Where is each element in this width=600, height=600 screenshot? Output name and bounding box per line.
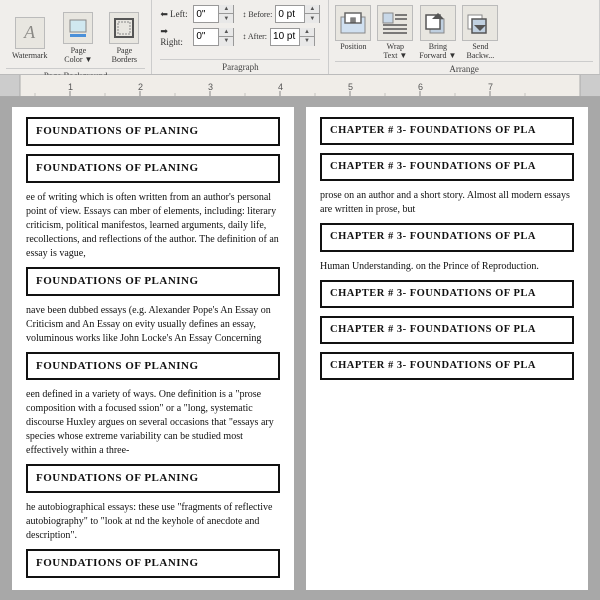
heading-4: FOUNDATIONS OF PLANING xyxy=(26,352,280,381)
r-body-2: prose on an author and a short story. Al… xyxy=(320,189,574,217)
r-heading-1: CHAPTER # 3- FOUNDATIONS OF PLA xyxy=(320,117,574,145)
r-heading-3: CHAPTER # 3- FOUNDATIONS OF PLA xyxy=(320,223,574,251)
r-heading-4: CHAPTER # 3- FOUNDATIONS OF PLA xyxy=(320,280,574,308)
after-spacing-down[interactable]: ▼ xyxy=(300,37,314,46)
after-spacing-input[interactable] xyxy=(271,31,299,42)
left-indent-input[interactable] xyxy=(194,9,218,20)
r-body-3: Human Understanding. on the Prince of Re… xyxy=(320,260,574,274)
wrap-text-label: WrapText ▼ xyxy=(383,43,407,61)
svg-text:6: 6 xyxy=(418,82,423,92)
svg-text:4: 4 xyxy=(278,82,283,92)
svg-text:2: 2 xyxy=(138,82,143,92)
body-3: nave been dubbed essays (e.g. Alexander … xyxy=(26,304,280,346)
position-button[interactable]: ▦ Position xyxy=(335,5,371,61)
r-section-1: CHAPTER # 3- FOUNDATIONS OF PLA xyxy=(320,117,574,145)
r-section-5: CHAPTER # 3- FOUNDATIONS OF PLA xyxy=(320,316,574,344)
section-6: FOUNDATIONS OF PLANING xyxy=(26,549,280,578)
svg-text:5: 5 xyxy=(348,82,353,92)
heading-2: FOUNDATIONS OF PLANING xyxy=(26,154,280,183)
position-label: Position xyxy=(340,43,366,52)
body-5: he autobiographical essays: these use "f… xyxy=(26,501,280,543)
wrap-text-button[interactable]: WrapText ▼ xyxy=(377,5,413,61)
left-page: FOUNDATIONS OF PLANING FOUNDATIONS OF PL… xyxy=(12,107,294,590)
body-2: ee of writing which is often written fro… xyxy=(26,191,280,261)
r-section-3: CHAPTER # 3- FOUNDATIONS OF PLA Human Un… xyxy=(320,223,574,273)
r-heading-6: CHAPTER # 3- FOUNDATIONS OF PLA xyxy=(320,352,574,380)
heading-1: FOUNDATIONS OF PLANING xyxy=(26,117,280,146)
left-indent-up[interactable]: ▲ xyxy=(219,5,233,14)
right-page: CHAPTER # 3- FOUNDATIONS OF PLA CHAPTER … xyxy=(306,107,588,590)
before-spacing-up[interactable]: ▲ xyxy=(305,5,319,14)
svg-text:1: 1 xyxy=(68,82,73,92)
r-section-2: CHAPTER # 3- FOUNDATIONS OF PLA prose on… xyxy=(320,153,574,217)
after-spacing-up[interactable]: ▲ xyxy=(300,28,314,37)
send-backward-label: SendBackw... xyxy=(467,43,495,61)
svg-text:3: 3 xyxy=(208,82,213,92)
toolbar: A Watermark Page Color ▼ xyxy=(0,0,600,75)
heading-3: FOUNDATIONS OF PLANING xyxy=(26,267,280,296)
section-4: FOUNDATIONS OF PLANING een defined in a … xyxy=(26,352,280,459)
svg-text:7: 7 xyxy=(488,82,493,92)
arrange-icons: ▦ Position WrapText ▼ xyxy=(335,5,498,61)
before-spacing-input[interactable] xyxy=(276,9,304,20)
r-heading-5: CHAPTER # 3- FOUNDATIONS OF PLA xyxy=(320,316,574,344)
bring-forward-button[interactable]: BringForward ▼ xyxy=(419,5,456,61)
heading-5: FOUNDATIONS OF PLANING xyxy=(26,464,280,493)
page-color-button[interactable]: Page Color ▼ xyxy=(57,8,99,68)
heading-6: FOUNDATIONS OF PLANING xyxy=(26,549,280,578)
before-spacing-down[interactable]: ▼ xyxy=(305,14,319,23)
right-indent-down[interactable]: ▼ xyxy=(219,37,233,46)
ruler: 1 2 3 4 5 6 7 xyxy=(0,75,600,97)
send-backward-button[interactable]: SendBackw... xyxy=(462,5,498,61)
page-borders-button[interactable]: Page Borders xyxy=(103,8,145,68)
r-section-6: CHAPTER # 3- FOUNDATIONS OF PLA xyxy=(320,352,574,380)
svg-text:▦: ▦ xyxy=(350,16,357,24)
right-indent-up[interactable]: ▲ xyxy=(219,28,233,37)
section-2: FOUNDATIONS OF PLANING ee of writing whi… xyxy=(26,154,280,261)
right-indent-input[interactable] xyxy=(194,31,218,42)
r-section-4: CHAPTER # 3- FOUNDATIONS OF PLA xyxy=(320,280,574,308)
left-indent-down[interactable]: ▼ xyxy=(219,14,233,23)
document-area: FOUNDATIONS OF PLANING FOUNDATIONS OF PL… xyxy=(0,97,600,600)
section-5: FOUNDATIONS OF PLANING he autobiographic… xyxy=(26,464,280,543)
paragraph-label: Paragraph xyxy=(160,59,320,72)
watermark-button[interactable]: A Watermark xyxy=(6,13,53,64)
body-4: een defined in a variety of ways. One de… xyxy=(26,388,280,458)
arrange-label: Arrange xyxy=(335,61,593,74)
r-heading-2: CHAPTER # 3- FOUNDATIONS OF PLA xyxy=(320,153,574,181)
bring-forward-label: BringForward ▼ xyxy=(419,43,456,61)
section-3: FOUNDATIONS OF PLANING nave been dubbed … xyxy=(26,267,280,346)
section-1: FOUNDATIONS OF PLANING xyxy=(26,117,280,146)
